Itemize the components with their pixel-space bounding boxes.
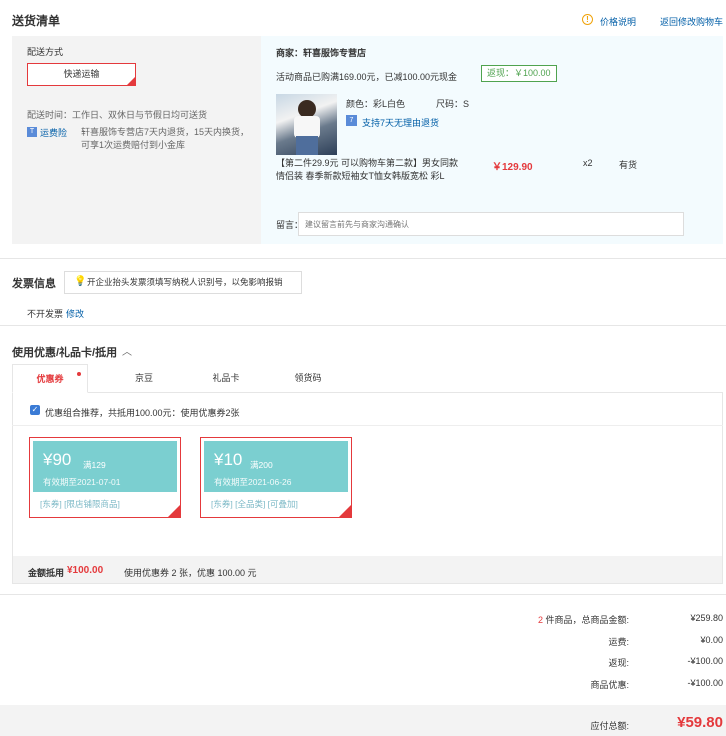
summary-discount: -¥100.00 bbox=[687, 678, 723, 688]
product-image[interactable] bbox=[276, 94, 337, 155]
coupon-card[interactable]: ¥10 满200 有效期至2021-06-26 [东券] [全品类] [可叠加] bbox=[200, 437, 352, 518]
invoice-tip: 开企业抬头发票须填写纳税人识别号，以免影响报销 bbox=[64, 271, 302, 294]
price-note-link[interactable]: 价格说明 bbox=[600, 15, 636, 28]
divider bbox=[0, 258, 726, 259]
summary-discount-label: 商品优惠: bbox=[590, 680, 629, 690]
payable-amount: ¥59.80 bbox=[677, 714, 723, 731]
insurance-link[interactable]: 运费险 bbox=[40, 126, 67, 139]
lightbulb-icon: 💡 bbox=[74, 276, 87, 287]
notification-dot-icon bbox=[77, 372, 81, 376]
invoice-edit-link[interactable]: 修改 bbox=[66, 307, 84, 320]
shipping-method-label: 配送方式 bbox=[27, 47, 64, 57]
summary-rebate-label: 返现: bbox=[608, 658, 629, 668]
invoice-title: 发票信息 bbox=[12, 278, 56, 290]
coupon-expiry: 有效期至2021-06-26 bbox=[214, 477, 292, 487]
chevron-up-icon[interactable]: ︿ bbox=[122, 343, 132, 358]
summary-total-label: 2 件商品，总商品金额: bbox=[509, 613, 629, 626]
divider bbox=[12, 425, 723, 426]
insurance-description: 轩喜服饰专营店7天内退货，15天内换货，可享1次运费赔付到小金库 bbox=[81, 127, 250, 150]
shipping-method-text: 快递运输 bbox=[63, 69, 100, 79]
coupon-tags: [东券] [全品类] [可叠加] bbox=[211, 499, 298, 509]
return-policy-link[interactable]: 支持7天无理由退货 bbox=[362, 116, 439, 129]
coupon-footer-label: 金额抵用 bbox=[28, 568, 65, 578]
payable-label: 应付总额: bbox=[590, 721, 629, 731]
product-title[interactable]: 【第二件29.9元 可以购物车第二款】男女同款 情侣装 春季新款短袖女T恤女韩版… bbox=[276, 157, 466, 183]
product-quantity: x2 bbox=[583, 158, 593, 168]
selected-corner-icon bbox=[339, 505, 351, 517]
product-price: ￥129.90 bbox=[492, 162, 533, 173]
tab-coupons[interactable]: 优惠券 bbox=[12, 364, 88, 393]
tab-gift-card[interactable]: 礼品卡 bbox=[188, 364, 264, 393]
back-to-cart-link[interactable]: 返回修改购物车 bbox=[660, 15, 723, 28]
divider bbox=[0, 594, 726, 595]
coupon-condition: 满200 bbox=[250, 460, 273, 470]
invoice-value: 不开发票 bbox=[27, 309, 64, 319]
coupon-header: ¥10 满200 有效期至2021-06-26 bbox=[204, 441, 348, 492]
recommend-checkbox[interactable]: ✓ bbox=[30, 405, 40, 415]
product-size: 尺码：S bbox=[436, 99, 470, 109]
discount-tabs: 优惠券 京豆 礼品卡 领货码 bbox=[12, 364, 723, 393]
rebate-badge: 返现：￥100.00 bbox=[481, 65, 557, 82]
store-name: 商家：轩喜服饰专营店 bbox=[276, 48, 367, 58]
discount-section-title[interactable]: 使用优惠/礼品卡/抵用 bbox=[12, 344, 117, 360]
delivery-time-text: 配送时间：工作日、双休日与节假日均可送货 bbox=[27, 110, 208, 120]
page-section-title: 送货清单 bbox=[12, 14, 61, 28]
summary-shipping: ¥0.00 bbox=[700, 635, 723, 645]
coupon-amount: ¥90 bbox=[43, 450, 72, 469]
tab-redeem-code[interactable]: 领货码 bbox=[270, 364, 346, 393]
return-policy-icon: 7 bbox=[346, 115, 357, 126]
insurance-icon: T bbox=[27, 127, 37, 137]
shipping-method-option[interactable]: 快递运输 bbox=[27, 63, 136, 86]
coupon-card[interactable]: ¥90 满129 有效期至2021-07-01 [东券] [限店铺限商品] bbox=[29, 437, 181, 518]
coupon-footer-amount: ¥100.00 bbox=[67, 565, 104, 576]
stock-status: 有货 bbox=[619, 160, 638, 170]
summary-total: ¥259.80 bbox=[690, 613, 723, 623]
coupon-tags: [东券] [限店铺限商品] bbox=[40, 499, 120, 509]
message-input[interactable] bbox=[298, 212, 684, 236]
coupon-amount: ¥10 bbox=[214, 450, 243, 469]
promo-text: 活动商品已购满169.00元，已减100.00元现金 bbox=[276, 72, 458, 82]
summary-shipping-label: 运费: bbox=[608, 637, 629, 647]
tab-jingdou[interactable]: 京豆 bbox=[106, 364, 182, 393]
info-icon: ! bbox=[582, 14, 593, 25]
product-color: 颜色：彩L白色 bbox=[346, 99, 406, 109]
coupon-footer bbox=[13, 556, 722, 583]
coupon-expiry: 有效期至2021-07-01 bbox=[43, 477, 121, 487]
recommend-text: 优惠组合推荐，共抵用100.00元：使用优惠券2张 bbox=[45, 408, 240, 418]
summary-rebate: -¥100.00 bbox=[687, 656, 723, 666]
selected-corner-icon bbox=[168, 505, 180, 517]
divider bbox=[0, 325, 726, 326]
tab-label: 优惠券 bbox=[36, 374, 64, 384]
coupon-header: ¥90 满129 有效期至2021-07-01 bbox=[33, 441, 177, 492]
coupon-condition: 满129 bbox=[83, 460, 106, 470]
selected-corner-icon bbox=[127, 77, 135, 85]
coupon-footer-desc: 使用优惠券 2 张，优惠 100.00 元 bbox=[124, 568, 257, 578]
item-count-suffix: 件商品，总商品金额: bbox=[542, 615, 629, 625]
